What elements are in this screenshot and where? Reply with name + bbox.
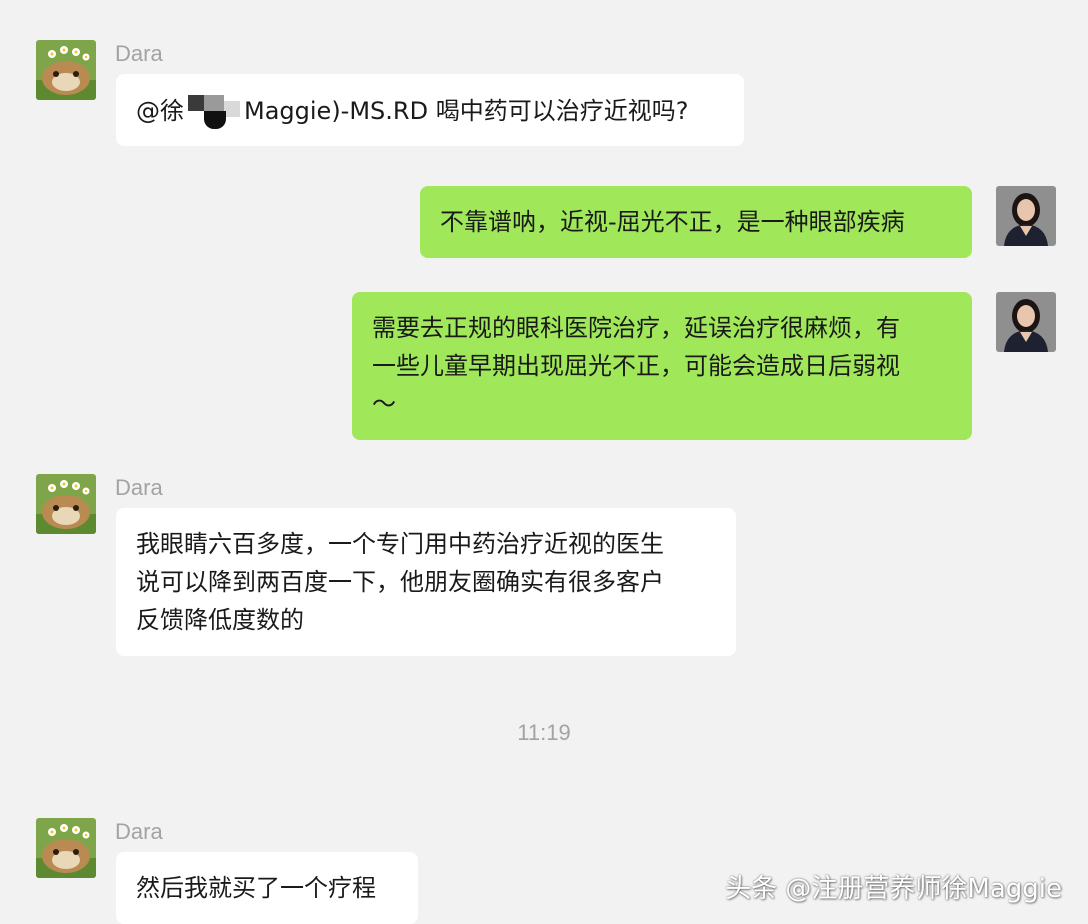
woman-portrait-avatar-icon: [996, 186, 1056, 246]
message-line: 反馈降低度数的: [136, 606, 304, 634]
message-bubble-incoming[interactable]: @徐 Maggie)-MS.RD 喝中药可以治疗近视吗?: [116, 74, 744, 146]
message-line: 需要去正规的眼科医院治疗，延误治疗很麻烦，有: [372, 314, 900, 342]
message-bubble-outgoing[interactable]: 不靠谱呐，近视-屈光不正，是一种眼部疾病: [420, 186, 972, 258]
message-line: ～: [372, 390, 396, 418]
sender-name: Dara: [115, 475, 163, 500]
message-bubble-incoming[interactable]: 我眼睛六百多度，一个专门用中药治疗近视的医生 说可以降到两百度一下，他朋友圈确实…: [116, 508, 736, 656]
sender-name: Dara: [115, 41, 163, 66]
watermark: 头条 @注册营养师徐Maggie: [725, 874, 1062, 904]
message-bubble-incoming[interactable]: 然后我就买了一个疗程: [116, 852, 418, 924]
guinea-pig-avatar-icon: [36, 818, 96, 878]
guinea-pig-avatar-icon: [36, 474, 96, 534]
sender-avatar[interactable]: [36, 818, 96, 878]
redacted-name-mask: [186, 91, 242, 129]
message-text: Maggie)-MS.RD 喝中药可以治疗近视吗?: [244, 97, 689, 125]
time-divider: 11:19: [517, 720, 571, 745]
message-bubble-outgoing[interactable]: 需要去正规的眼科医院治疗，延误治疗很麻烦，有 一些儿童早期出现屈光不正，可能会造…: [352, 292, 972, 440]
sender-name: Dara: [115, 819, 163, 844]
self-avatar[interactable]: [996, 292, 1056, 352]
guinea-pig-avatar-icon: [36, 40, 96, 100]
mention-prefix: @徐: [136, 97, 184, 125]
message-line: 说可以降到两百度一下，他朋友圈确实有很多客户: [136, 568, 664, 596]
message-text: 然后我就买了一个疗程: [136, 874, 376, 902]
message-text: 不靠谱呐，近视-屈光不正，是一种眼部疾病: [440, 208, 905, 236]
woman-portrait-avatar-icon: [996, 292, 1056, 352]
sender-avatar[interactable]: [36, 40, 96, 100]
sender-avatar[interactable]: [36, 474, 96, 534]
self-avatar[interactable]: [996, 186, 1056, 246]
message-line: 我眼睛六百多度，一个专门用中药治疗近视的医生: [136, 530, 664, 558]
message-line: 一些儿童早期出现屈光不正，可能会造成日后弱视: [372, 352, 900, 380]
